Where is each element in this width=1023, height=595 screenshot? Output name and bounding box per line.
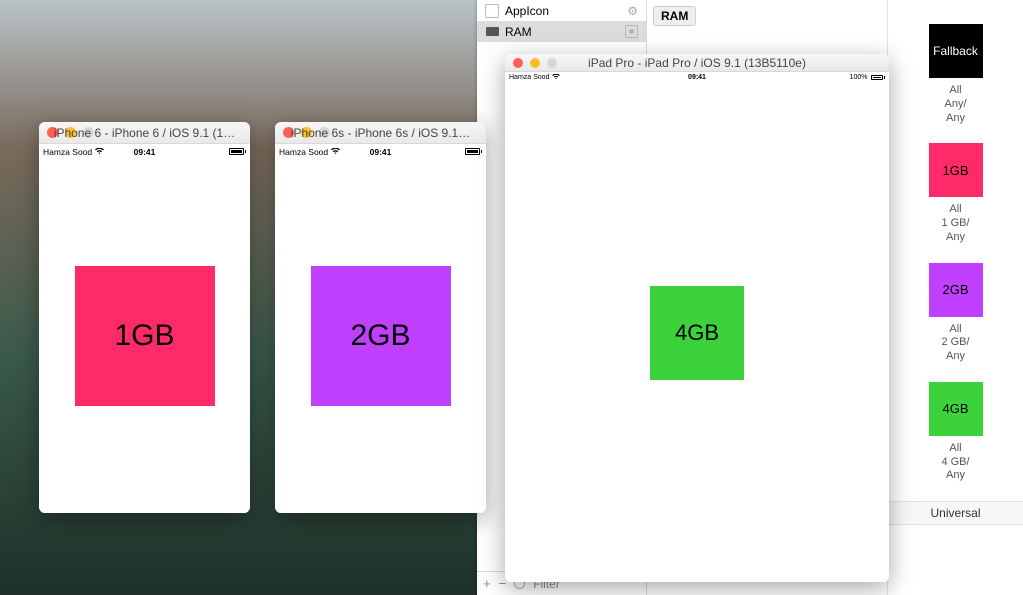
traffic-lights [513, 58, 557, 68]
sim-titlebar[interactable]: iPad Pro - iPad Pro / iOS 9.1 (13B5110e) [505, 54, 889, 72]
status-bar: Hamza Sood 09:41 [275, 144, 486, 159]
status-bar: Hamza Sood 09:41 [39, 144, 250, 159]
close-icon[interactable] [283, 127, 294, 138]
asset-inspector: Fallback All Any/ Any 1GB All 1 GB/ Any … [887, 0, 1023, 595]
asset-row-ram[interactable]: RAM [477, 21, 646, 42]
simulator-iphone6s[interactable]: iPhone 6s - iPhone 6s / iOS 9.1… Hamza S… [275, 122, 486, 513]
swatch-2gb[interactable]: 2GB [929, 263, 983, 317]
asset-title-tag: RAM [653, 6, 696, 26]
imageset-icon [485, 25, 499, 39]
desktop: AppIcon ⚙ RAM + − Filter RAM F [0, 0, 1023, 595]
battery-icon [465, 148, 483, 155]
swatch-fallback-label: All Any/ Any [944, 84, 966, 125]
sim-titlebar[interactable]: iPhone 6 - iPhone 6 / iOS 9.1 (1… [39, 122, 250, 144]
simulator-ipadpro[interactable]: iPad Pro - iPad Pro / iOS 9.1 (13B5110e)… [505, 54, 889, 582]
traffic-lights [283, 127, 330, 138]
swatch-1gb[interactable]: 1GB [929, 143, 983, 197]
ram-square-4gb: 4GB [650, 286, 744, 380]
battery-icon [229, 148, 247, 155]
status-time: 09:41 [505, 74, 889, 81]
ram-square-1gb: 1GB [75, 266, 215, 406]
asset-row-label: AppIcon [505, 4, 549, 18]
status-time: 09:41 [39, 147, 250, 157]
asset-row-appicon[interactable]: AppIcon ⚙ [477, 0, 646, 21]
sim-title: iPad Pro - iPad Pro / iOS 9.1 (13B5110e) [505, 56, 889, 70]
traffic-lights [47, 127, 94, 138]
ram-square-2gb: 2GB [311, 266, 451, 406]
status-bar: Hamza Sood 09:41 100% [505, 72, 889, 83]
sim-content: 2GB [275, 159, 486, 513]
close-icon[interactable] [513, 58, 523, 68]
minimize-icon[interactable] [530, 58, 540, 68]
zoom-icon[interactable] [83, 127, 94, 138]
sim-content: 4GB [505, 83, 889, 582]
zoom-icon[interactable] [547, 58, 557, 68]
close-icon[interactable] [47, 127, 58, 138]
minimize-icon[interactable] [301, 127, 312, 138]
universal-row[interactable]: Universal [888, 501, 1023, 525]
minimize-icon[interactable] [65, 127, 76, 138]
edge-icon [625, 25, 638, 38]
appicon-icon [485, 4, 499, 18]
sim-content: 1GB [39, 159, 250, 513]
simulator-iphone6[interactable]: iPhone 6 - iPhone 6 / iOS 9.1 (1… Hamza … [39, 122, 250, 513]
sim-titlebar[interactable]: iPhone 6s - iPhone 6s / iOS 9.1… [275, 122, 486, 144]
add-button[interactable]: + [483, 576, 491, 591]
swatch-4gb[interactable]: 4GB [929, 382, 983, 436]
swatch-fallback[interactable]: Fallback [929, 24, 983, 78]
swatch-1gb-label: All 1 GB/ Any [941, 203, 969, 244]
status-time: 09:41 [275, 147, 486, 157]
asset-row-label: RAM [505, 25, 532, 39]
swatch-2gb-label: All 2 GB/ Any [941, 323, 969, 364]
swatch-4gb-label: All 4 GB/ Any [941, 442, 969, 483]
zoom-icon[interactable] [319, 127, 330, 138]
gear-icon[interactable]: ⚙ [627, 4, 638, 18]
